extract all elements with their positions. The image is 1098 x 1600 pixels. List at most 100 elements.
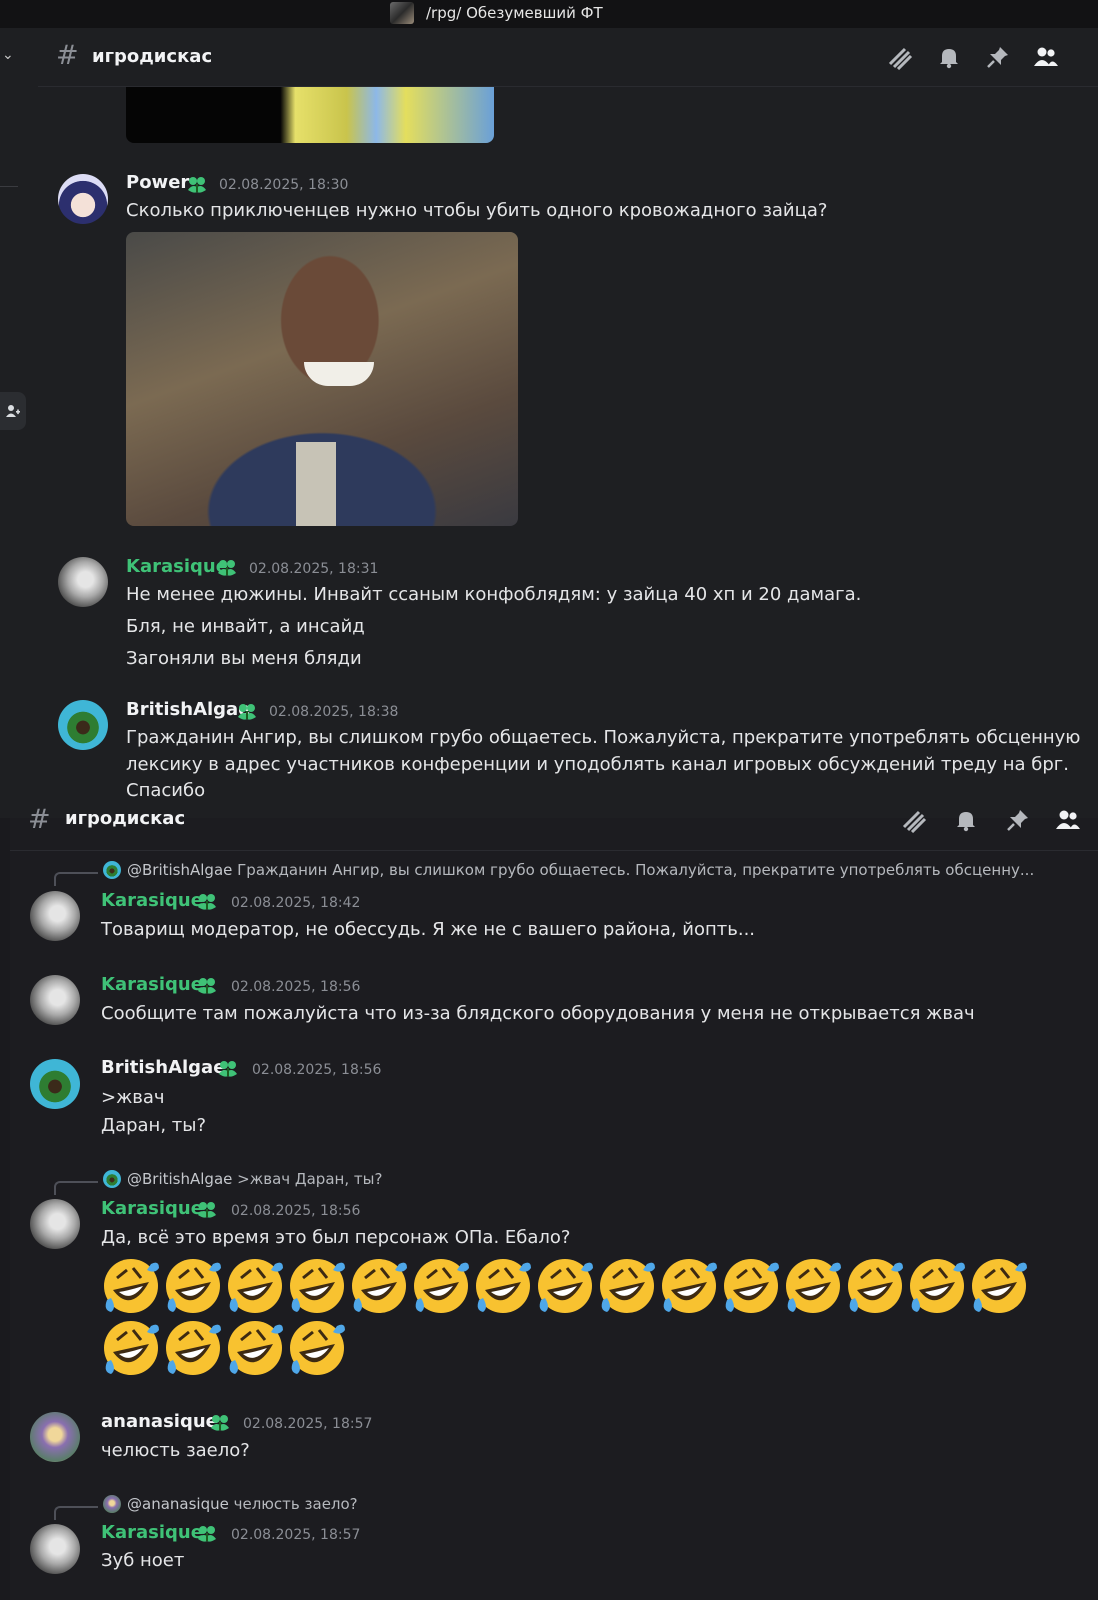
rofl-emoji[interactable] <box>969 1256 1029 1316</box>
message-author[interactable]: Karasique <box>101 1522 203 1543</box>
message-author[interactable]: Power <box>126 172 189 193</box>
members-icon[interactable] <box>1032 43 1060 71</box>
reply-mention[interactable]: @ananasique <box>127 1495 229 1513</box>
rofl-emoji[interactable] <box>101 1256 161 1316</box>
emoji-row <box>101 1256 1041 1386</box>
member-badge-icon <box>216 558 238 578</box>
bell-icon[interactable] <box>935 43 963 71</box>
hash-icon: # <box>56 40 79 71</box>
rofl-emoji[interactable] <box>163 1318 223 1378</box>
add-member-icon[interactable] <box>0 392 26 430</box>
reply-connector <box>54 1181 98 1195</box>
member-badge-icon <box>196 1524 218 1544</box>
reply-text: челюсть заело? <box>233 1495 358 1513</box>
message-timestamp: 02.08.2025, 18:38 <box>269 704 399 720</box>
message-timestamp: 02.08.2025, 18:57 <box>231 1527 361 1543</box>
rofl-emoji[interactable] <box>907 1256 967 1316</box>
avatar[interactable] <box>30 891 80 941</box>
reply-preview[interactable]: @BritishAlgae Гражданин Ангир, вы слишко… <box>127 861 1034 879</box>
avatar[interactable] <box>30 1059 80 1109</box>
avatar[interactable] <box>30 975 80 1025</box>
reply-mention[interactable]: @BritishAlgae <box>127 861 232 879</box>
reply-avatar <box>103 861 121 879</box>
rofl-emoji[interactable] <box>473 1256 533 1316</box>
reply-mention[interactable]: @BritishAlgae <box>127 1170 232 1188</box>
rofl-emoji[interactable] <box>349 1256 409 1316</box>
message-author[interactable]: Karasique <box>101 974 203 995</box>
threads-icon[interactable] <box>886 43 914 71</box>
message-author[interactable]: Karasique <box>101 890 203 911</box>
message-timestamp: 02.08.2025, 18:56 <box>231 1203 361 1219</box>
message-timestamp: 02.08.2025, 18:56 <box>231 979 361 995</box>
attachment-image[interactable] <box>126 87 494 143</box>
member-badge-icon <box>217 1059 239 1079</box>
message-text: Не менее дюжины. Инвайт ссаным конфобляд… <box>126 584 862 605</box>
bell-icon[interactable] <box>952 806 980 834</box>
server-title: /rpg/ Обезумевший ФТ <box>426 4 603 22</box>
channel-header-bottom: # игродискас <box>10 800 1098 851</box>
message-text: Сообщите там пожалуйста что из-за блядск… <box>101 1003 975 1024</box>
channel-name: игродискас <box>92 46 213 67</box>
message-text: Товарищ модератор, не обессудь. Я же не … <box>101 919 756 940</box>
rofl-emoji[interactable] <box>659 1256 719 1316</box>
member-badge-icon <box>209 1413 231 1433</box>
chevron-down-icon[interactable]: ⌄ <box>2 47 14 63</box>
rofl-emoji[interactable] <box>535 1256 595 1316</box>
message-author[interactable]: Karasique <box>126 556 228 577</box>
rofl-emoji[interactable] <box>721 1256 781 1316</box>
threads-icon[interactable] <box>900 806 928 834</box>
reply-connector <box>54 1506 98 1520</box>
message-timestamp: 02.08.2025, 18:30 <box>219 177 349 193</box>
sidebar-strip: ⌄ <box>0 28 38 818</box>
pin-icon[interactable] <box>1004 806 1032 834</box>
message-text: >жвач <box>101 1087 165 1108</box>
member-badge-icon <box>186 175 208 195</box>
attachment-image[interactable] <box>126 232 518 526</box>
avatar[interactable] <box>30 1199 80 1249</box>
reply-text: Гражданин Ангир, вы слишком грубо общает… <box>237 861 1035 879</box>
message-text: Бля, не инвайт, а инсайд <box>126 616 365 637</box>
reply-preview[interactable]: @BritishAlgae >жвач Даран, ты? <box>127 1170 382 1188</box>
message-text: Зуб ноет <box>101 1550 185 1571</box>
avatar[interactable] <box>30 1412 80 1462</box>
rofl-emoji[interactable] <box>597 1256 657 1316</box>
avatar[interactable] <box>30 1524 80 1574</box>
rofl-emoji[interactable] <box>225 1318 285 1378</box>
rofl-emoji[interactable] <box>225 1256 285 1316</box>
message-text: челюсть заело? <box>101 1440 250 1461</box>
rofl-emoji[interactable] <box>287 1256 347 1316</box>
sidebar-divider <box>0 186 18 187</box>
rofl-emoji[interactable] <box>411 1256 471 1316</box>
channel-name: игродискас <box>65 808 186 829</box>
avatar[interactable] <box>58 700 108 750</box>
message-author[interactable]: BritishAlgae <box>126 699 250 720</box>
reply-text: >жвач Даран, ты? <box>237 1170 383 1188</box>
message-timestamp: 02.08.2025, 18:42 <box>231 895 361 911</box>
member-badge-icon <box>196 1200 218 1220</box>
message-author[interactable]: BritishAlgae <box>101 1057 225 1078</box>
rofl-emoji[interactable] <box>783 1256 843 1316</box>
rofl-emoji[interactable] <box>287 1318 347 1378</box>
rofl-emoji[interactable] <box>101 1318 161 1378</box>
avatar[interactable] <box>58 174 108 224</box>
reply-preview[interactable]: @ananasique челюсть заело? <box>127 1495 358 1513</box>
message-author[interactable]: ananasique <box>101 1411 218 1432</box>
reply-connector <box>54 872 98 886</box>
message-timestamp: 02.08.2025, 18:57 <box>243 1416 373 1432</box>
message-timestamp: 02.08.2025, 18:31 <box>249 561 379 577</box>
member-badge-icon <box>236 702 258 722</box>
members-icon[interactable] <box>1054 806 1082 834</box>
message-text: Сколько приключенцев нужно чтобы убить о… <box>126 200 828 221</box>
channel-header-top: # игродискас <box>38 28 1098 87</box>
message-text: Да, всё это время это был персонаж ОПа. … <box>101 1227 571 1248</box>
pin-icon[interactable] <box>984 43 1012 71</box>
message-text: Спасибо <box>126 780 206 801</box>
message-author[interactable]: Karasique <box>101 1198 203 1219</box>
message-text: Загоняли вы меня бляди <box>126 648 362 669</box>
rofl-emoji[interactable] <box>163 1256 223 1316</box>
reply-avatar <box>103 1170 121 1188</box>
window-titlebar: /rpg/ Обезумевший ФТ <box>0 0 1098 28</box>
avatar[interactable] <box>58 557 108 607</box>
message-text: лексику в адрес участников конференции и… <box>126 754 1069 775</box>
rofl-emoji[interactable] <box>845 1256 905 1316</box>
